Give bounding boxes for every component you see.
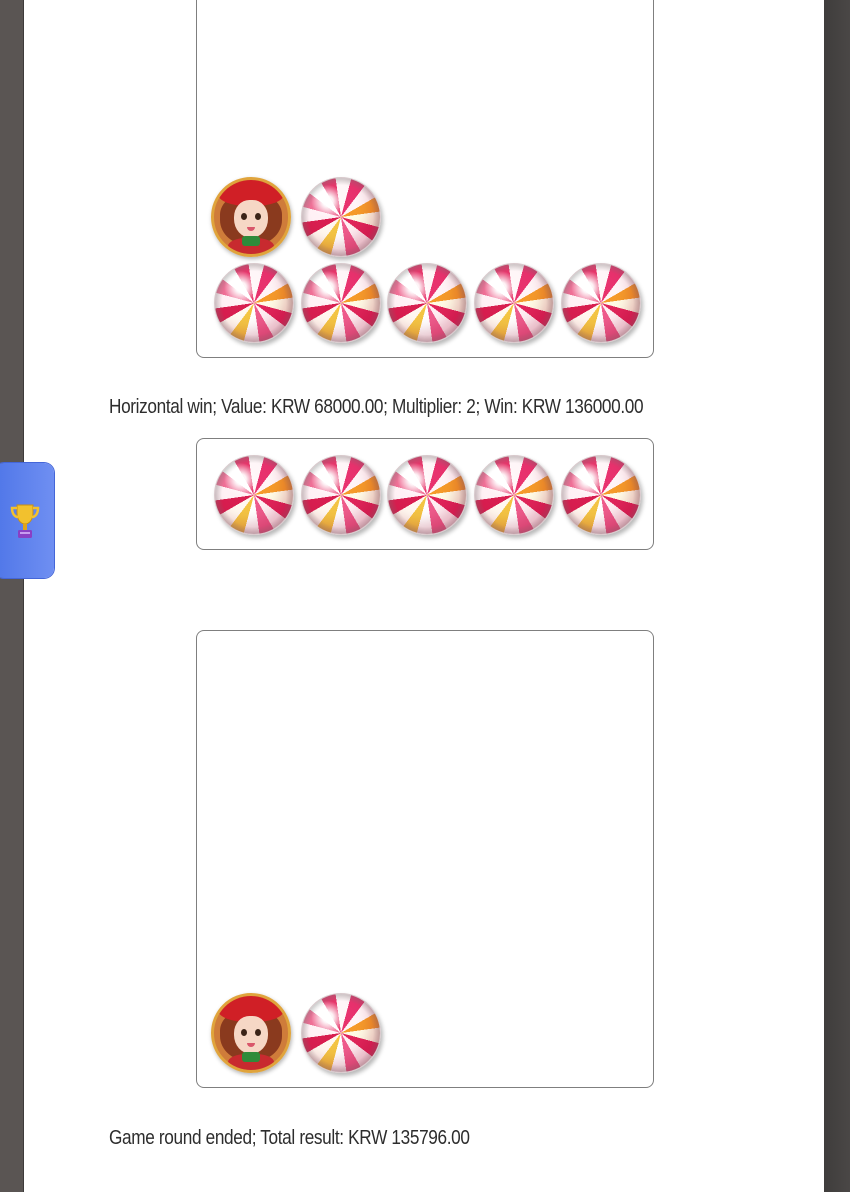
candy-symbol [561, 263, 641, 343]
girl-symbol [211, 993, 291, 1073]
trophy-icon [10, 504, 40, 538]
scroll-gutter [824, 0, 850, 1192]
symbol-grid-2 [196, 438, 654, 550]
candy-symbol [301, 455, 381, 535]
candy-symbol [301, 263, 381, 343]
trophy-tab-button[interactable] [0, 463, 54, 578]
symbol-grid-3 [196, 630, 654, 1088]
game-history-page: Horizontal win; Value: KRW 68000.00; Mul… [24, 0, 824, 1192]
candy-symbol [474, 455, 554, 535]
symbol-grid-1 [196, 0, 654, 358]
candy-symbol [301, 993, 381, 1073]
round-end-text: Game round ended; Total result: KRW 1357… [109, 1127, 470, 1149]
candy-symbol [387, 263, 467, 343]
candy-symbol [214, 263, 294, 343]
candy-symbol [474, 263, 554, 343]
candy-symbol [214, 455, 294, 535]
girl-symbol [211, 177, 291, 257]
candy-symbol [561, 455, 641, 535]
win-line-text: Horizontal win; Value: KRW 68000.00; Mul… [109, 396, 644, 418]
candy-symbol [387, 455, 467, 535]
candy-symbol [301, 177, 381, 257]
